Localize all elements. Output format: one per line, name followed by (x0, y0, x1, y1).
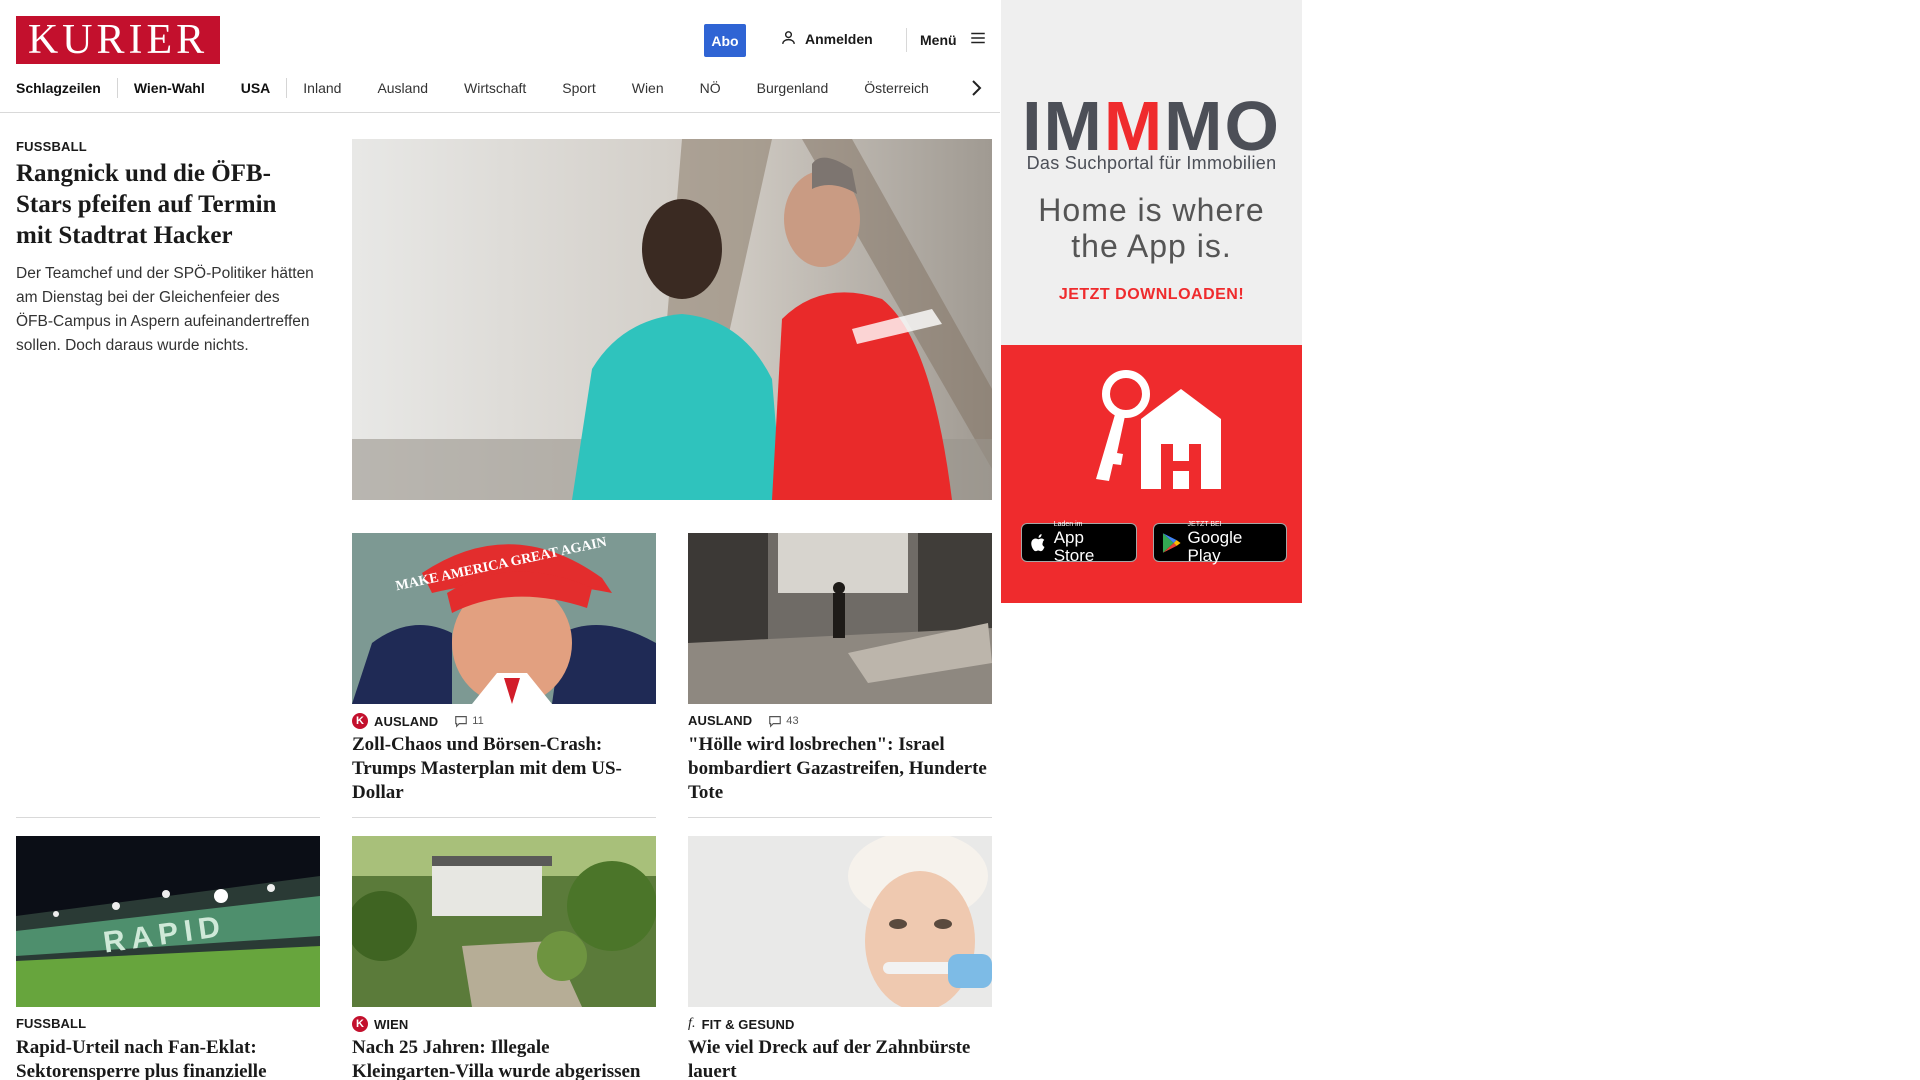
article-meta: FUSSBALL (16, 1016, 86, 1031)
section-nav: Schlagzeilen Wien-Wahl USA Inland Auslan… (16, 76, 929, 100)
article-title[interactable]: "Hölle wird losbrechen": Israel bombardi… (688, 733, 988, 805)
article-category[interactable]: AUSLAND (688, 713, 752, 728)
nav-divider (286, 78, 288, 98)
kurier-plus-badge: K (352, 713, 368, 729)
article-category[interactable]: WIEN (374, 1017, 408, 1032)
abo-button[interactable]: Abo (704, 24, 746, 57)
login-button[interactable]: Anmelden (780, 29, 873, 49)
comment-count[interactable]: 43 (768, 714, 799, 728)
article-category[interactable]: FIT & GESUND (702, 1017, 795, 1032)
kurier-plus-badge: K (352, 1016, 368, 1032)
nav-item-burgenland[interactable]: Burgenland (757, 80, 829, 96)
key-house-icon (1096, 370, 1221, 489)
article-meta: AUSLAND 43 (688, 713, 799, 728)
comment-count[interactable]: 11 (454, 714, 484, 728)
article-meta: K AUSLAND 11 (352, 713, 484, 729)
divider (906, 28, 907, 52)
nav-item-wirtschaft[interactable]: Wirtschaft (464, 80, 526, 96)
article-image[interactable]: MAKE AMERICA GREAT AGAIN (352, 533, 656, 704)
nav-item-usa[interactable]: USA (241, 80, 271, 96)
nav-item-ausland[interactable]: Ausland (377, 80, 428, 96)
divider (688, 817, 992, 818)
ad-headline: Home is where the App is. (1038, 192, 1265, 264)
article-title[interactable]: Wie viel Dreck auf der Zahnbürste lauert (688, 1036, 988, 1080)
article-title[interactable]: Rapid-Urteil nach Fan-Eklat: Sektorenspe… (16, 1036, 316, 1080)
divider (16, 817, 320, 818)
comment-icon (455, 716, 468, 728)
nav-item-wien-wahl[interactable]: Wien-Wahl (134, 80, 205, 96)
user-icon (780, 29, 797, 49)
app-store-button[interactable]: Laden im App Store (1021, 521, 1137, 565)
nav-item-noe[interactable]: NÖ (700, 80, 721, 96)
nav-item-sport[interactable]: Sport (562, 80, 595, 96)
comment-icon (769, 715, 782, 728)
article-image[interactable] (688, 836, 992, 1007)
comment-count-value: 11 (472, 715, 484, 727)
article-title[interactable]: Zoll-Chaos und Börsen-Crash: Trumps Mast… (352, 733, 652, 805)
article-image[interactable] (688, 533, 992, 704)
lead-teaser: Der Teamchef und der SPÖ-Politiker hätte… (16, 265, 314, 354)
nav-item-schlagzeilen[interactable]: Schlagzeilen (16, 80, 101, 96)
lead-title[interactable]: Rangnick und die ÖFB-Stars pfeifen auf T… (16, 158, 316, 251)
nav-item-oesterreich[interactable]: Österreich (864, 80, 929, 96)
ad-bottom-panel: Laden im App Store JETZT BEI Google Play (1001, 345, 1302, 603)
ad-subtitle: Das Suchportal für Immobilien (1026, 153, 1277, 173)
apple-icon (1031, 533, 1045, 551)
lead-category[interactable]: FUSSBALL (16, 139, 87, 154)
menu-label: Menü (920, 31, 957, 48)
divider (352, 817, 656, 818)
login-label: Anmelden (805, 31, 873, 47)
article-meta: f. FIT & GESUND (688, 1016, 795, 1032)
nav-divider (116, 78, 118, 98)
fit-gesund-icon: f. (688, 1016, 696, 1031)
google-play-label: Google Play (1187, 527, 1243, 565)
chevron-right-icon (972, 80, 982, 96)
hamburger-icon (969, 29, 987, 50)
nav-scroll-right[interactable] (966, 76, 986, 100)
immmo-ad[interactable]: IMMMO Das Suchportal für Immobilien Home… (1001, 0, 1302, 603)
article-category[interactable]: AUSLAND (374, 714, 438, 729)
article-image[interactable] (352, 836, 656, 1007)
kurier-logo[interactable]: KURIER (16, 16, 220, 64)
lead-image[interactable] (352, 139, 992, 500)
article-meta: K WIEN (352, 1016, 408, 1032)
nav-item-inland[interactable]: Inland (303, 80, 341, 96)
google-play-button[interactable]: JETZT BEI Google Play (1153, 521, 1287, 565)
article-category[interactable]: FUSSBALL (16, 1016, 86, 1031)
comment-count-value: 43 (786, 714, 799, 727)
nav-item-wien[interactable]: Wien (632, 80, 664, 96)
article-image[interactable]: RAPID (16, 836, 320, 1007)
header-divider (0, 112, 1000, 113)
menu-button[interactable]: Menü (920, 29, 987, 50)
article-title[interactable]: Nach 25 Jahren: Illegale Kleingarten-Vil… (352, 1036, 652, 1080)
google-play-icon (1162, 532, 1181, 553)
ad-download-cta[interactable]: JETZT DOWNLOADEN! (1001, 286, 1302, 304)
app-store-label: App Store (1053, 527, 1095, 565)
